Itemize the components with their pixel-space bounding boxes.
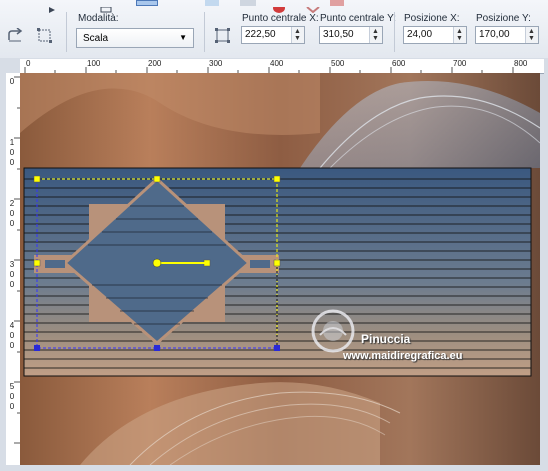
ruler-tick-label: 0 bbox=[9, 148, 15, 157]
center-x-value: 222,50 bbox=[245, 29, 276, 40]
ruler-tick-label: 500 bbox=[331, 59, 345, 68]
ruler-tick-label: 0 bbox=[9, 219, 15, 228]
position-y-field[interactable]: 170,00 ▲ ▼ bbox=[475, 26, 539, 44]
apply-icon[interactable] bbox=[330, 0, 344, 6]
position-y-value: 170,00 bbox=[479, 29, 510, 40]
spin-buttons[interactable]: ▲ ▼ bbox=[291, 27, 304, 43]
image-canvas[interactable] bbox=[20, 73, 540, 465]
arrow-icon[interactable] bbox=[48, 0, 58, 13]
mode-label: Modalità: bbox=[78, 13, 119, 24]
center-x-field[interactable]: 222,50 ▲ ▼ bbox=[241, 26, 305, 44]
bounding-box-icon[interactable] bbox=[36, 28, 54, 44]
position-x-label: Posizione X: bbox=[404, 13, 460, 24]
mode-value: Scala bbox=[83, 33, 109, 44]
center-y-value: 310,50 bbox=[323, 29, 354, 40]
deform-handle-top[interactable] bbox=[153, 175, 161, 183]
ruler-tick-label: 3 bbox=[9, 260, 15, 269]
toolbar-separator bbox=[66, 12, 67, 52]
ruler-tick-label: 200 bbox=[148, 59, 162, 68]
ruler-tick-label: 600 bbox=[392, 59, 406, 68]
watermark-site: www.maidiregrafica.eu bbox=[343, 350, 463, 362]
pick-tool-icon[interactable] bbox=[100, 0, 112, 13]
deform-tool-icon[interactable] bbox=[136, 0, 158, 6]
deform-handle-right[interactable] bbox=[273, 259, 281, 267]
position-y-label: Posizione Y: bbox=[476, 13, 531, 24]
center-y-label: Punto centrale Y: bbox=[320, 13, 396, 24]
canvas-artwork bbox=[20, 73, 540, 465]
ruler-tick-label: 400 bbox=[270, 59, 284, 68]
ruler-tick-label: 0 bbox=[9, 270, 15, 279]
ruler-tick-label: 0 bbox=[9, 77, 15, 86]
position-x-value: 24,00 bbox=[407, 29, 433, 40]
horizontal-ruler: 0 100 200 300 400 500 600 700 800 bbox=[20, 59, 544, 74]
spin-buttons[interactable]: ▲ ▼ bbox=[369, 27, 382, 43]
watermark-name: Pinuccia bbox=[361, 332, 411, 346]
deform-handle-top-right[interactable] bbox=[273, 175, 281, 183]
deform-handle-top-left[interactable] bbox=[33, 175, 41, 183]
ruler-tick-label: 0 bbox=[9, 280, 15, 289]
deform-handle-bottom[interactable] bbox=[154, 345, 160, 351]
vertical-ruler: 0 1 0 0 2 0 0 3 0 0 4 0 0 5 0 0 bbox=[6, 73, 21, 465]
tool-options-toolbar: Modalità: Scala ▼ Punto centrale X: 222,… bbox=[0, 0, 548, 59]
deform-handle-bottom-left[interactable] bbox=[34, 345, 40, 351]
deform-handle-bottom-right[interactable] bbox=[274, 345, 280, 351]
ruler-tick-label: 800 bbox=[514, 59, 528, 68]
chevron-down-icon: ▼ bbox=[179, 33, 187, 42]
center-icon[interactable] bbox=[214, 28, 232, 44]
layer-icon[interactable] bbox=[240, 0, 256, 6]
ruler-tick-label: 0 bbox=[9, 392, 15, 401]
toolbar-separator bbox=[394, 12, 395, 52]
reset-icon[interactable] bbox=[6, 27, 24, 44]
mode-select[interactable]: Scala ▼ bbox=[76, 28, 194, 48]
spin-buttons[interactable]: ▲ ▼ bbox=[453, 27, 466, 43]
stop-icon[interactable] bbox=[272, 0, 286, 13]
image-icon[interactable] bbox=[205, 0, 219, 6]
ruler-tick-label: 0 bbox=[26, 59, 31, 68]
ruler-tick-label: 5 bbox=[9, 382, 15, 391]
center-y-field[interactable]: 310,50 ▲ ▼ bbox=[319, 26, 383, 44]
center-pivot-handle[interactable] bbox=[152, 258, 162, 268]
ruler-tick-label: 700 bbox=[453, 59, 467, 68]
spin-buttons[interactable]: ▲ ▼ bbox=[525, 27, 538, 43]
ruler-tick-label: 100 bbox=[87, 59, 101, 68]
deform-handle-left[interactable] bbox=[33, 259, 41, 267]
ruler-tick-label: 300 bbox=[209, 59, 223, 68]
ruler-tick-label: 0 bbox=[9, 341, 15, 350]
cancel-icon[interactable] bbox=[305, 0, 321, 14]
ruler-tick-label: 4 bbox=[9, 321, 15, 330]
ruler-tick-label: 0 bbox=[9, 209, 15, 218]
ruler-tick-label: 0 bbox=[9, 402, 15, 411]
ruler-tick-label: 0 bbox=[9, 331, 15, 340]
toolbar-separator bbox=[204, 12, 205, 52]
ruler-tick-label: 2 bbox=[9, 199, 15, 208]
ruler-tick-label: 0 bbox=[9, 158, 15, 167]
ruler-tick-label: 1 bbox=[9, 138, 15, 147]
top-icon-strip bbox=[0, 0, 548, 14]
position-x-field[interactable]: 24,00 ▲ ▼ bbox=[403, 26, 467, 44]
center-x-label: Punto centrale X: bbox=[242, 13, 319, 24]
